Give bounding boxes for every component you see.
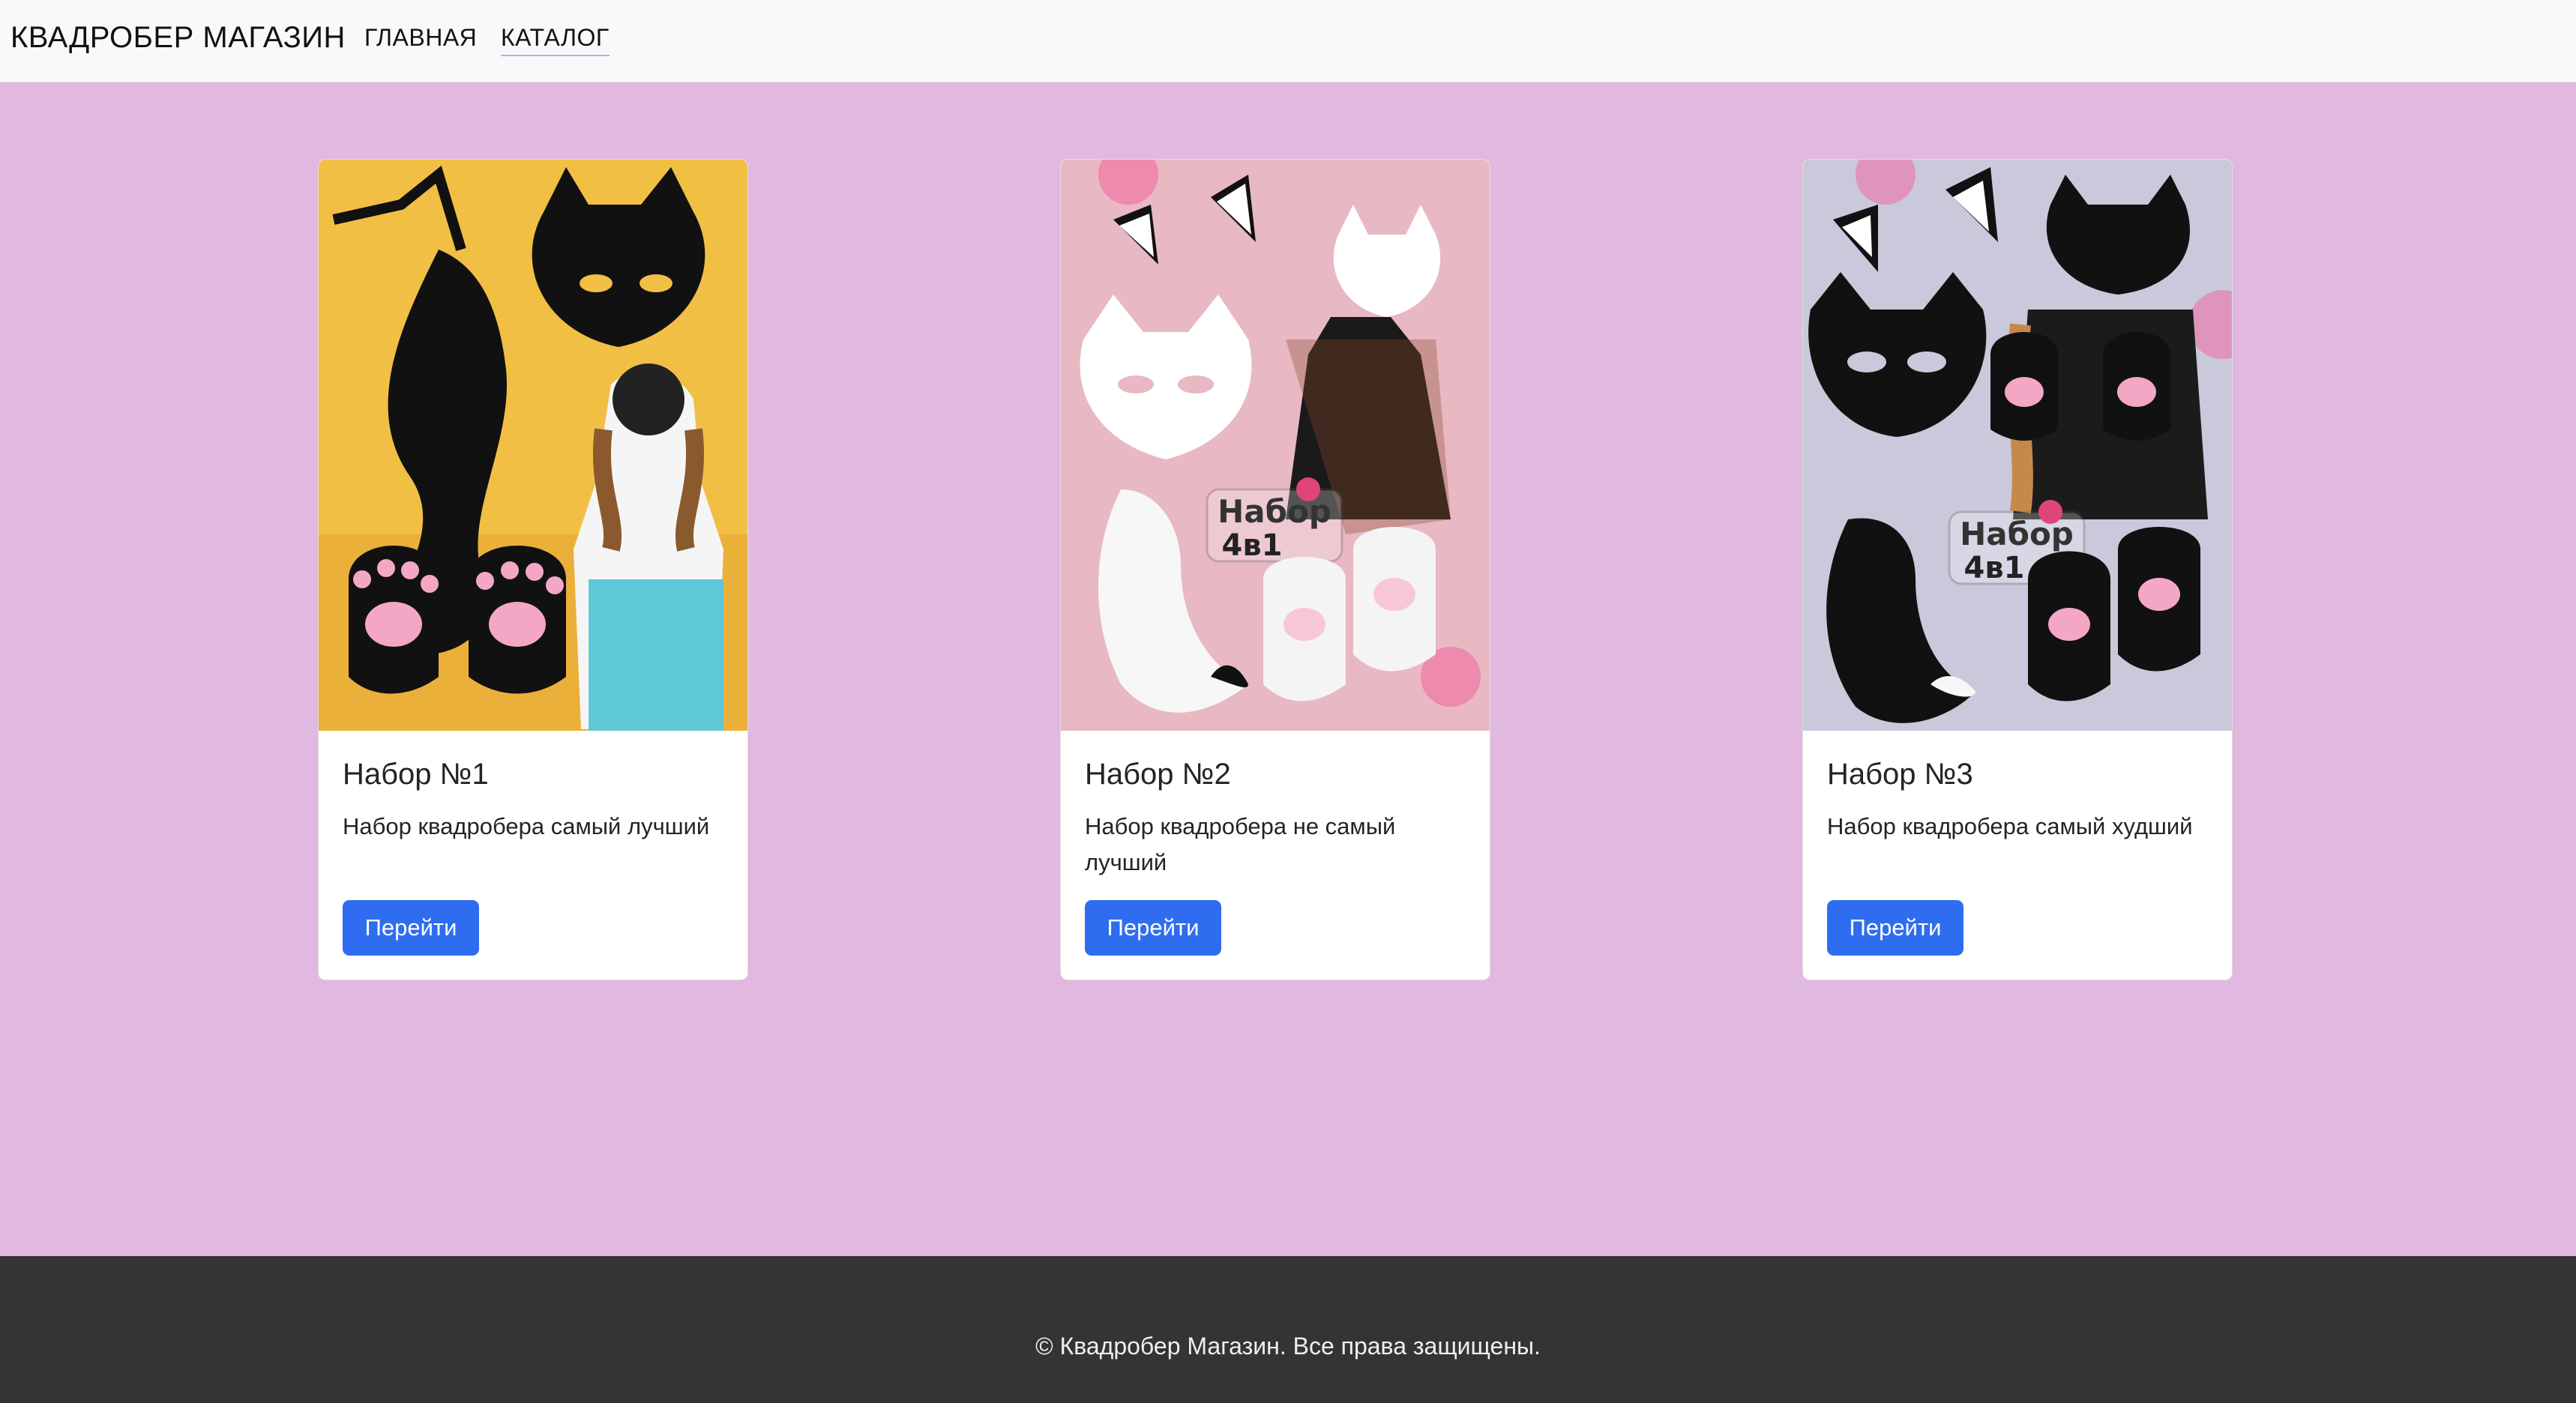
product-description: Набор квадробера не самый лучший (1085, 813, 1396, 875)
nav-link-catalog[interactable]: КАТАЛОГ (501, 24, 610, 56)
image-badge-line2: 4в1 (1964, 551, 2025, 585)
product-photo-cat-set-3: Набор 4в1 (1803, 160, 2232, 731)
nav-link-home[interactable]: ГЛАВНАЯ (364, 24, 477, 52)
product-card-1: Набор №1 Набор квадробера самый лучший П… (318, 159, 748, 980)
navbar: КВАДРОБЕР МАГАЗИН ГЛАВНАЯ КАТАЛОГ (0, 0, 2576, 82)
go-button-product-1[interactable]: Перейти (343, 900, 479, 956)
go-button-product-2[interactable]: Перейти (1085, 900, 1221, 956)
product-image-2[interactable]: Набор 4в1 (1061, 160, 1490, 731)
product-description: Набор квадробера самый лучший (343, 813, 710, 839)
product-photo-cat-set-1 (319, 160, 747, 731)
product-card-2: Набор 4в1 Набор №2 Набор квадробера не с… (1060, 159, 1490, 980)
go-button-product-3[interactable]: Перейти (1827, 900, 1963, 956)
product-title: Набор №2 (1085, 758, 1231, 791)
product-title: Набор №1 (343, 758, 489, 791)
product-image-1[interactable] (319, 160, 747, 731)
product-image-3[interactable]: Набор 4в1 (1803, 160, 2232, 731)
product-title: Набор №3 (1827, 758, 1973, 791)
footer-copyright: © Квадробер Магазин. Все права защищены. (1035, 1333, 1541, 1360)
product-card-3: Набор 4в1 Набор №3 Набор квадробера самы… (1802, 159, 2233, 980)
product-photo-cat-set-2: Набор 4в1 (1061, 160, 1490, 731)
brand-logo-link[interactable]: КВАДРОБЕР МАГАЗИН (10, 21, 346, 55)
footer: © Квадробер Магазин. Все права защищены. (0, 1256, 2576, 1403)
image-badge-line2: 4в1 (1222, 528, 1283, 563)
product-description: Набор квадробера самый худший (1827, 813, 2193, 839)
catalog-main: Набор №1 Набор квадробера самый лучший П… (0, 82, 2576, 1256)
